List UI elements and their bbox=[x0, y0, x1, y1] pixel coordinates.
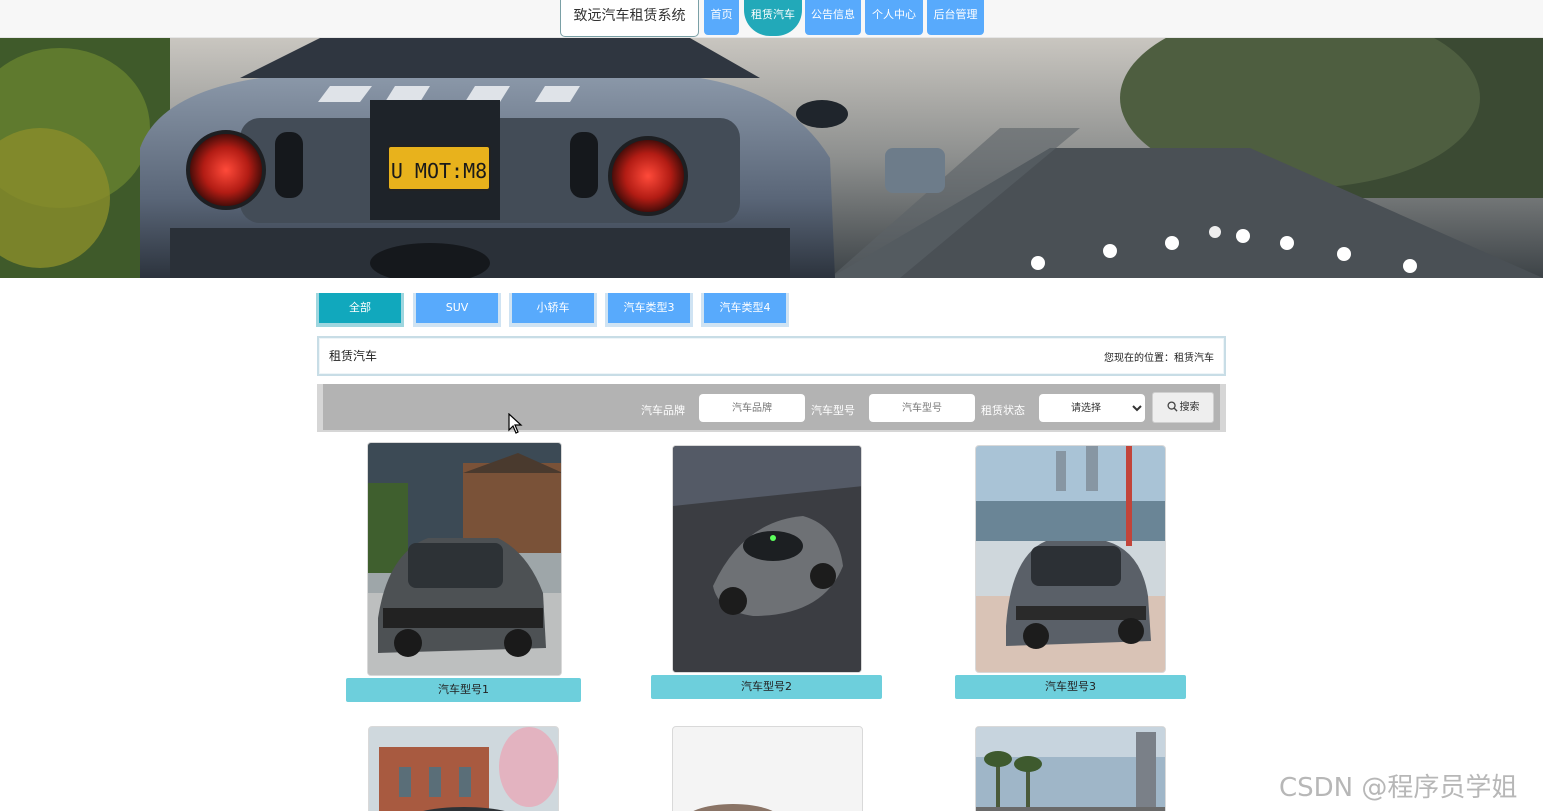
nav-admin[interactable]: 后台管理 bbox=[927, 0, 984, 35]
car-card-name[interactable]: 汽车型号1 bbox=[346, 678, 581, 702]
section-title: 租赁汽车 bbox=[329, 349, 378, 363]
car-card-image[interactable] bbox=[672, 445, 862, 673]
car-photo-6 bbox=[976, 727, 1165, 811]
section-header: 租赁汽车 您现在的位置：租赁汽车 bbox=[317, 336, 1226, 376]
category-tab-type4[interactable]: 汽车类型4 bbox=[701, 293, 789, 327]
nav-personal-center[interactable]: 个人中心 bbox=[865, 0, 923, 35]
search-button-label: 搜索 bbox=[1179, 402, 1200, 413]
brand-search-input[interactable] bbox=[699, 394, 805, 422]
category-tab-sedan[interactable]: 小轿车 bbox=[509, 293, 597, 327]
car-card-image[interactable] bbox=[367, 442, 562, 676]
car-card-image[interactable] bbox=[975, 445, 1166, 673]
banner-car-image: U MOT:M8 bbox=[0, 38, 1543, 278]
hero-banner: U MOT:M8 bbox=[0, 38, 1543, 278]
car-photo-3 bbox=[976, 446, 1165, 672]
watermark: CSDN @程序员学姐 bbox=[1279, 773, 1518, 803]
status-select[interactable]: 请选择 bbox=[1039, 394, 1145, 422]
nav-announcements[interactable]: 公告信息 bbox=[805, 0, 861, 35]
car-card-image[interactable] bbox=[672, 726, 863, 811]
car-photo-2 bbox=[673, 446, 861, 672]
search-bar: 汽车品牌 汽车型号 租赁状态 请选择 搜索 bbox=[317, 384, 1226, 432]
model-label: 汽车型号 bbox=[811, 404, 855, 417]
car-card-name[interactable]: 汽车型号3 bbox=[955, 675, 1186, 699]
car-photo-5 bbox=[673, 727, 862, 811]
search-icon bbox=[1166, 401, 1178, 412]
brand-label: 汽车品牌 bbox=[641, 404, 685, 417]
nav-rent-cars[interactable]: 租赁汽车 bbox=[744, 0, 802, 36]
site-title: 致远汽车租赁系统 bbox=[560, 0, 699, 37]
breadcrumb-current[interactable]: 租赁汽车 bbox=[1174, 353, 1214, 364]
breadcrumb-prefix: 您现在的位置： bbox=[1104, 353, 1174, 364]
car-card-image[interactable] bbox=[975, 726, 1166, 811]
model-search-input[interactable] bbox=[869, 394, 975, 422]
car-card-name[interactable]: 汽车型号2 bbox=[651, 675, 882, 699]
top-nav-bar: 致远汽车租赁系统 首页 租赁汽车 公告信息 个人中心 后台管理 bbox=[0, 0, 1543, 38]
category-tab-suv[interactable]: SUV bbox=[413, 293, 501, 327]
car-card-image[interactable] bbox=[368, 726, 559, 811]
mouse-cursor-icon bbox=[508, 413, 523, 434]
breadcrumb: 您现在的位置：租赁汽车 bbox=[1104, 349, 1214, 364]
search-button[interactable]: 搜索 bbox=[1152, 392, 1214, 423]
nav-home[interactable]: 首页 bbox=[704, 0, 739, 35]
car-photo-4 bbox=[369, 727, 558, 811]
status-label: 租赁状态 bbox=[981, 404, 1025, 417]
car-photo-1 bbox=[368, 443, 561, 675]
category-tab-type3[interactable]: 汽车类型3 bbox=[605, 293, 693, 327]
category-tab-all[interactable]: 全部 bbox=[316, 293, 404, 327]
license-plate-text: U MOT:M8 bbox=[391, 159, 487, 183]
